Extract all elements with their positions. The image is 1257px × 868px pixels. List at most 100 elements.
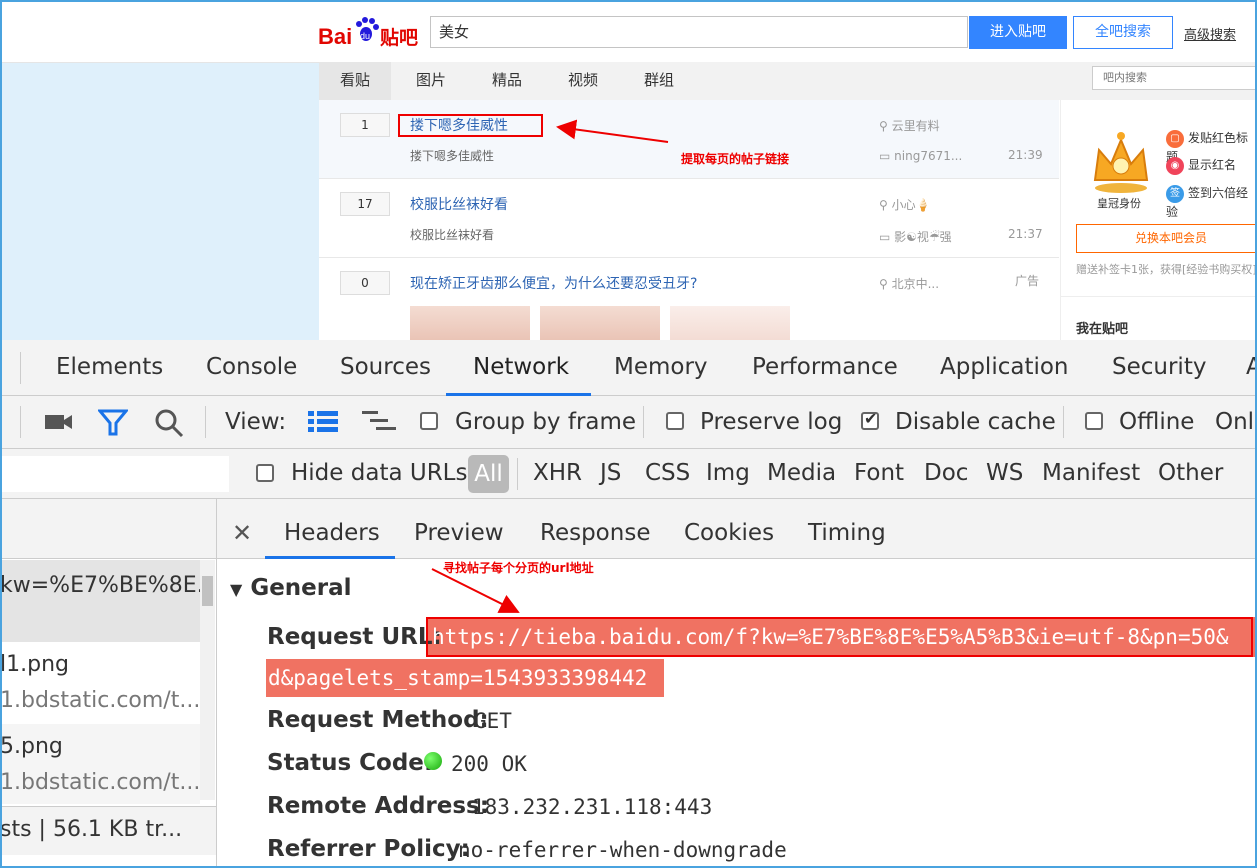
filter-ws[interactable]: WS (986, 449, 1023, 499)
tab-sources[interactable]: Sources (340, 340, 431, 396)
hide-data-urls-checkbox[interactable] (256, 464, 274, 482)
ad-thumbnail[interactable] (410, 306, 530, 340)
ad-thumbnail[interactable] (670, 306, 790, 340)
thread-row[interactable]: 1 搂下嗯多佳威性 搂下嗯多佳威性 ⚲ 云里有料 ▭ ning7671... 2… (319, 100, 1059, 179)
filter-media[interactable]: Media (767, 449, 836, 499)
last-reply-user[interactable]: ▭ ning7671... (879, 149, 962, 163)
throttling-select[interactable]: Onl (1215, 407, 1254, 437)
tab-headers[interactable]: Headers (284, 499, 380, 559)
tab-network[interactable]: Network (473, 340, 569, 396)
active-tab-indicator (265, 556, 395, 559)
preserve-log-checkbox[interactable] (666, 412, 684, 430)
divider (20, 406, 21, 438)
thread-title-link[interactable]: 校服比丝袜好看 (410, 194, 508, 214)
reply-count: 1 (340, 113, 390, 137)
author-name[interactable]: 小心🍦 (892, 198, 931, 212)
tab-memory[interactable]: Memory (614, 340, 708, 396)
filter-css[interactable]: CSS (645, 449, 690, 499)
request-url-value-cont[interactable]: d&pagelets_stamp=1543933398442 (268, 663, 647, 693)
status-code-label: Status Code: (267, 750, 434, 776)
general-section-toggle[interactable]: ▼ General (230, 573, 352, 605)
request-name[interactable]: l1.png (0, 652, 200, 677)
request-url-label: Request URL: (267, 624, 442, 650)
tab-console[interactable]: Console (206, 340, 297, 396)
request-name[interactable]: kw=%E7%BE%8E.. (0, 573, 200, 598)
thread-author[interactable]: ⚲ 北京中... (879, 275, 939, 292)
tab-featured[interactable]: 精品 (477, 62, 537, 100)
tab-elements[interactable]: Elements (56, 340, 163, 396)
red-name-icon: ◉ (1166, 156, 1184, 175)
tab-application[interactable]: Application (940, 340, 1069, 396)
ad-label: 广告 (1015, 274, 1040, 288)
thread-row[interactable]: 17 校服比丝袜好看 校服比丝袜好看 ⚲ 小心🍦 ▭ 影☯视☔强 21:37 (319, 179, 1059, 258)
disable-cache-checkbox[interactable]: ✔ (861, 409, 879, 430)
tab-preview[interactable]: Preview (414, 499, 504, 559)
thread-author[interactable]: ⚲ 云里有料 (879, 117, 940, 134)
filter-other[interactable]: Other (1158, 449, 1223, 499)
sign-in-icon: 签 (1166, 184, 1184, 203)
large-rows-icon[interactable] (308, 410, 338, 434)
search-all-button[interactable]: 全吧搜索 (1073, 16, 1173, 49)
divider (517, 458, 518, 490)
tab-video[interactable]: 视频 (553, 62, 613, 100)
request-list-header (0, 499, 216, 559)
filter-xhr[interactable]: XHR (533, 449, 582, 499)
annotation-url-box (426, 617, 1253, 657)
referrer-policy-label: Referrer Policy: (267, 836, 470, 862)
crown-label: 皇冠身份 (1097, 197, 1141, 210)
thread-author[interactable]: ⚲ 小心🍦 (879, 196, 931, 213)
tab-kantie[interactable]: 看贴 (319, 62, 391, 100)
request-name[interactable]: 5.png (0, 734, 200, 759)
reply-time: 21:37 (1008, 227, 1043, 241)
baidu-tieba-logo[interactable]: Bai du 贴吧 (318, 14, 422, 50)
request-method-value: GET (474, 709, 512, 733)
filter-img[interactable]: Img (706, 449, 750, 499)
in-bar-search-input[interactable]: 吧内搜索 (1092, 66, 1257, 90)
page-left-margin (0, 62, 319, 340)
advanced-search-link[interactable]: 高级搜索 (1184, 24, 1236, 43)
author-name[interactable]: 云里有料 (892, 119, 940, 133)
svg-text:贴吧: 贴吧 (380, 27, 418, 49)
filter-js[interactable]: JS (600, 449, 621, 499)
redeem-vip-button[interactable]: 兑换本吧会员 (1076, 224, 1257, 253)
offline-checkbox[interactable] (1085, 412, 1103, 430)
filter-icon[interactable] (98, 407, 128, 437)
search-icon[interactable] (154, 408, 184, 438)
vip-note: 赠送补签卡1张，获得[经验书购买权] (1076, 263, 1257, 276)
last-reply-user[interactable]: ▭ 影☯视☔强 (879, 228, 952, 245)
tab-cookies[interactable]: Cookies (684, 499, 774, 559)
enter-tieba-button[interactable]: 进入贴吧 (969, 16, 1067, 49)
status-ok-icon (424, 752, 442, 770)
request-domain: 1.bdstatic.com/t... (0, 770, 200, 795)
author-name[interactable]: 北京中... (892, 277, 939, 291)
last-reply-name[interactable]: 影☯视☔强 (894, 230, 952, 244)
filter-manifest[interactable]: Manifest (1042, 449, 1140, 499)
tab-security[interactable]: Security (1112, 340, 1206, 396)
tab-response[interactable]: Response (540, 499, 650, 559)
divider (643, 406, 644, 438)
thread-title-link[interactable]: 现在矫正牙齿那么便宜，为什么还要忍受丑牙? (410, 273, 697, 293)
svg-text:du: du (360, 31, 370, 41)
filter-input[interactable] (0, 456, 229, 492)
ad-thumbnail[interactable] (540, 306, 660, 340)
tab-timing[interactable]: Timing (808, 499, 886, 559)
last-reply-name[interactable]: ning7671... (894, 149, 962, 163)
filter-font[interactable]: Font (854, 449, 904, 499)
tab-performance[interactable]: Performance (752, 340, 898, 396)
scrollbar-thumb[interactable] (202, 576, 213, 606)
status-code-value: 200 OK (451, 752, 527, 776)
view-label: View: (225, 409, 287, 435)
waterfall-icon[interactable] (362, 410, 396, 434)
tab-images[interactable]: 图片 (401, 62, 461, 100)
annotation-find-url: 寻找帖子每个分页的url地址 (443, 561, 594, 575)
filter-all[interactable]: All (468, 455, 509, 493)
filter-doc[interactable]: Doc (924, 449, 968, 499)
close-icon[interactable]: ✕ (232, 518, 252, 548)
video-camera-icon[interactable] (44, 410, 74, 434)
reply-count: 17 (340, 192, 390, 216)
group-by-frame-checkbox[interactable] (420, 412, 438, 430)
tieba-search-input[interactable]: 美女 (430, 16, 968, 48)
tab-groups[interactable]: 群组 (629, 62, 689, 100)
tab-audits-cut[interactable]: A (1246, 340, 1257, 396)
offline-label: Offline (1119, 409, 1195, 435)
